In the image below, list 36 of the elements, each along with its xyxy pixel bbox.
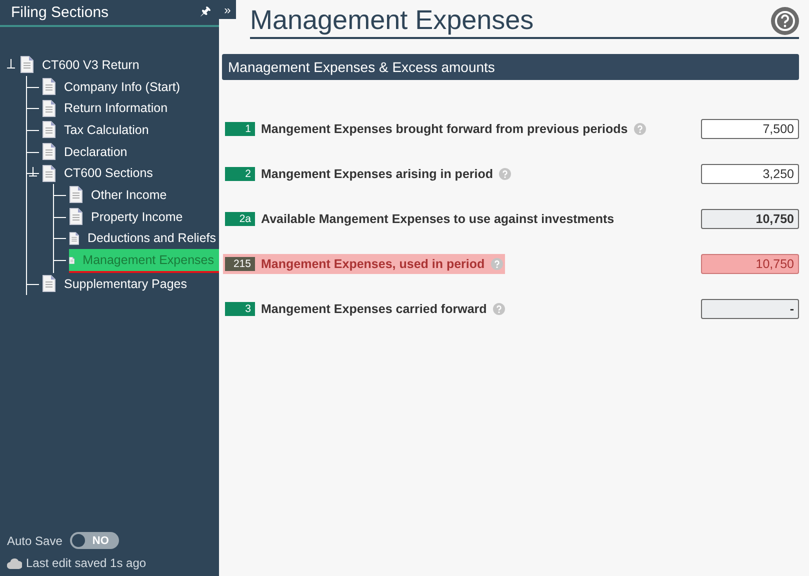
box-number: 215	[225, 256, 255, 270]
section-header: Management Expenses & Excess amounts	[222, 54, 799, 80]
pin-icon[interactable]: 🖈	[200, 2, 211, 23]
field-label: Mangement Expenses arising in period	[261, 166, 494, 180]
collapse-button[interactable]: »	[219, 0, 236, 19]
field-label: Mangement Expenses, used in period	[261, 256, 485, 270]
expanded-icon[interactable]	[6, 59, 16, 69]
document-icon	[69, 230, 80, 247]
amount-field[interactable]: 10,750	[701, 208, 799, 228]
document-icon	[42, 275, 56, 292]
page-title: Management Expenses	[250, 5, 534, 36]
document-icon	[42, 78, 56, 96]
tree-item[interactable]: CT600 V3 Return	[20, 54, 219, 76]
box-number: 3	[225, 302, 255, 316]
document-icon	[69, 208, 83, 226]
sidebar-title: Filing Sections	[11, 4, 109, 21]
amount-field[interactable]: 3,250	[701, 164, 799, 184]
box-number: 1	[225, 122, 255, 136]
document-icon	[69, 186, 83, 204]
document-icon	[42, 121, 56, 138]
help-icon[interactable]	[771, 6, 799, 34]
auto-save-label: Auto Save	[7, 534, 62, 548]
document-icon	[20, 56, 34, 74]
document-icon	[42, 164, 56, 182]
box-number: 2	[225, 166, 255, 180]
amount-field[interactable]: -	[701, 298, 799, 318]
expanded-icon[interactable]	[28, 167, 38, 178]
field-label: Mangement Expenses carried forward	[261, 302, 487, 316]
cloud-icon	[7, 558, 22, 568]
document-icon	[42, 143, 56, 160]
box-number: 2a	[225, 212, 255, 226]
last-edit-status: Last edit saved 1s ago	[26, 556, 146, 570]
document-icon	[42, 100, 56, 117]
amount-field[interactable]: 7,500	[701, 118, 799, 138]
field-label: Mangement Expenses brought forward from previous periods	[261, 122, 628, 136]
field-label: Available Mangement Expenses to use against investments	[261, 212, 614, 226]
